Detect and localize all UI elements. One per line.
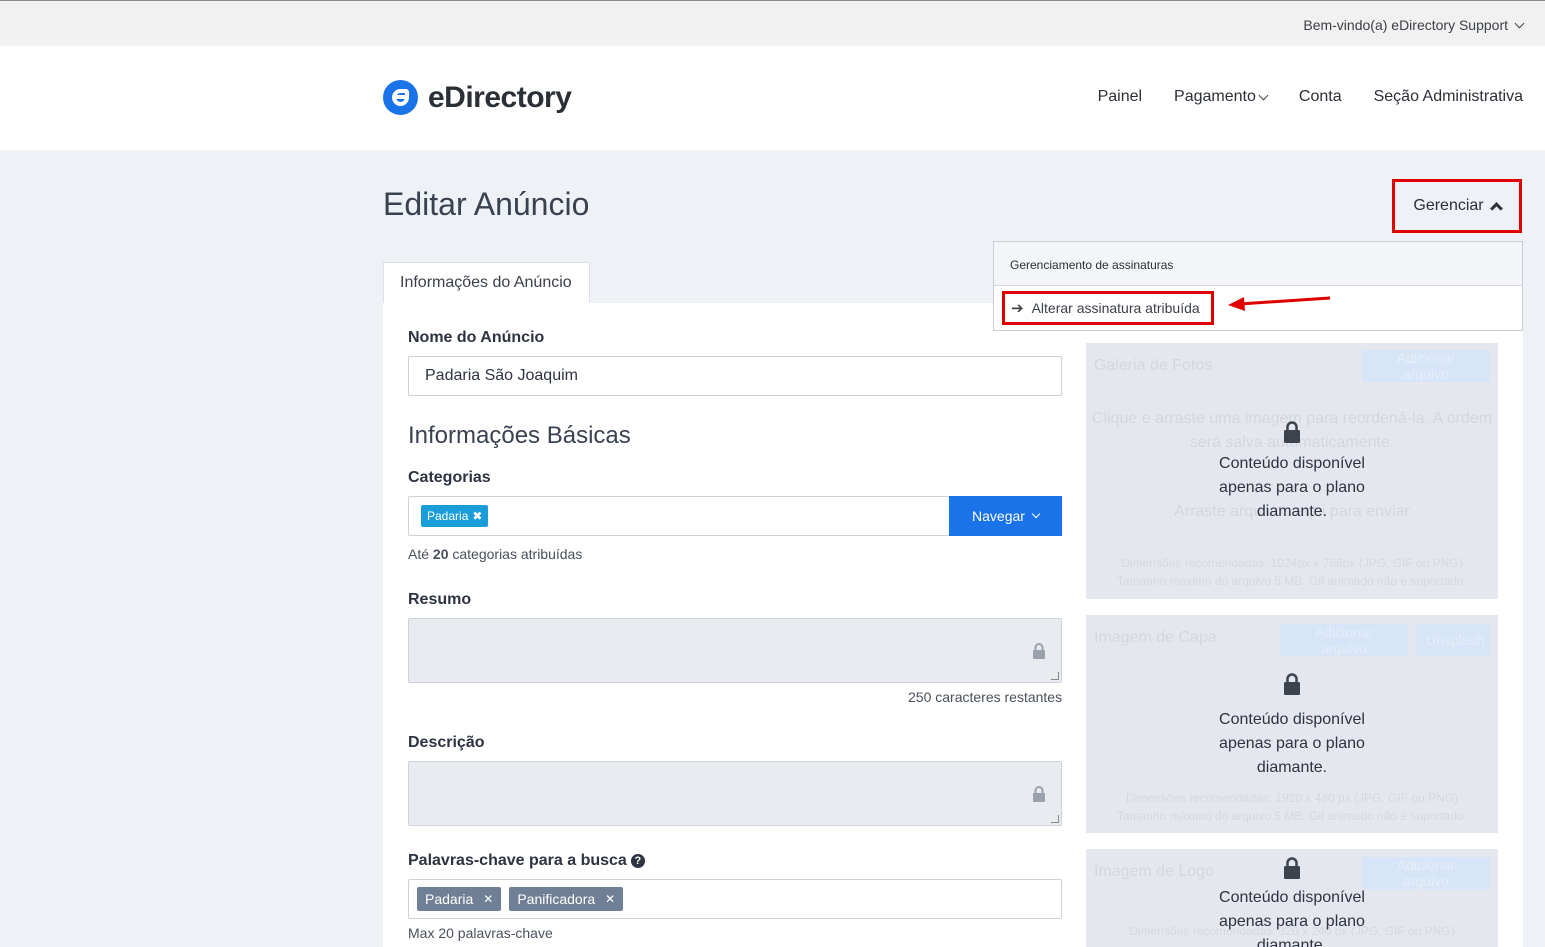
description-label: Descrição: [408, 734, 485, 751]
cover-image-panel: Imagem de Capa Adicionar arquivo Unsplas…: [1086, 615, 1498, 833]
categories-hint: Até 20 categorias atribuídas: [408, 546, 582, 562]
dropdown-header: Gerenciamento de assinaturas: [994, 242, 1522, 286]
locked-overlay: Conteúdo disponível apenas para o plano …: [1086, 421, 1498, 524]
locked-overlay: Conteúdo disponível apenas para o plano …: [1086, 857, 1498, 947]
remove-tag-icon[interactable]: ✖: [472, 509, 482, 523]
top-bar: Bem-vindo(a) eDirectory Support: [0, 0, 1545, 46]
summary-remaining: 250 caracteres restantes: [908, 689, 1063, 705]
hint-prefix: Até: [408, 546, 430, 562]
keywords-hint: Max 20 palavras-chave: [408, 925, 553, 941]
locked-text-line: apenas para o plano: [1219, 735, 1365, 752]
keyword-tag: Padaria ✕: [417, 887, 502, 911]
name-label: Nome do Anúncio: [408, 329, 545, 346]
lock-icon: [1033, 643, 1045, 659]
site-header: eDirectory Painel Pagamento Conta Seção …: [0, 46, 1545, 150]
summary-textarea[interactable]: [408, 618, 1062, 683]
logo-image-panel: Imagem de Logo Adicionar arquivo Dimensõ…: [1086, 849, 1498, 947]
categories-input[interactable]: Padaria ✖: [408, 496, 950, 536]
lock-icon: [1284, 673, 1300, 695]
listing-name-value: Padaria São Joaquim: [425, 367, 578, 384]
manage-label: Gerenciar: [1413, 197, 1484, 214]
change-subscription-item[interactable]: ➔ Alterar assinatura atribuída: [1002, 291, 1214, 325]
gallery-add-file-button[interactable]: Adicionar arquivo: [1362, 350, 1490, 382]
cover-unsplash-button[interactable]: Unsplash: [1416, 624, 1490, 656]
browse-button[interactable]: Navegar: [949, 496, 1062, 536]
locked-text-line: apenas para o plano: [1219, 479, 1365, 496]
keywords-label: Palavras-chave para a busca?: [408, 852, 645, 870]
lock-icon: [1284, 421, 1300, 443]
keywords-input[interactable]: Padaria ✕ Panificadora ✕: [408, 879, 1062, 919]
lock-icon: [1033, 786, 1045, 802]
chevron-up-icon: [1489, 202, 1503, 215]
cover-title: Imagem de Capa: [1094, 629, 1217, 646]
listing-name-input[interactable]: Padaria São Joaquim: [408, 356, 1062, 396]
locked-text-line: Conteúdo disponível: [1219, 711, 1365, 728]
locked-text-line: Conteúdo disponível: [1219, 889, 1365, 906]
change-subscription-label: Alterar assinatura atribuída: [1031, 300, 1200, 316]
summary-label: Resumo: [408, 591, 472, 608]
category-tag-label: Padaria: [427, 509, 469, 523]
logo[interactable]: eDirectory: [383, 80, 572, 115]
main-nav: Painel Pagamento Conta Seção Administrat…: [1098, 88, 1523, 106]
gallery-max-size: Tamanho máximo do arquivo 5 MB. Gif anim…: [1116, 574, 1468, 588]
logo-text: eDirectory: [428, 80, 572, 114]
keyword-label: Panificadora: [517, 891, 596, 907]
resize-handle[interactable]: [1051, 672, 1059, 680]
manage-dropdown: Gerenciamento de assinaturas ➔ Alterar a…: [993, 241, 1523, 331]
cover-max-size: Tamanho máximo do arquivo 5 MB. Gif anim…: [1116, 809, 1468, 823]
basic-info-title: Informações Básicas: [408, 422, 631, 449]
description-textarea[interactable]: [408, 761, 1062, 826]
tab-listing-info[interactable]: Informações do Anúncio: [383, 262, 590, 304]
chevron-down-icon: [1031, 509, 1041, 519]
remove-tag-icon[interactable]: ✕: [605, 892, 615, 906]
nav-painel[interactable]: Painel: [1098, 88, 1142, 106]
keyword-label: Padaria: [425, 891, 474, 907]
gallery-dimensions: Dimensões recomendadas: 1024px x 768px (…: [1121, 556, 1463, 570]
nav-label: Pagamento: [1174, 88, 1256, 105]
nav-label: Seção Administrativa: [1373, 88, 1523, 105]
logo-icon: [383, 80, 418, 115]
categories-label: Categorias: [408, 469, 491, 486]
annotation-arrow-icon: [1228, 296, 1331, 311]
locked-text-line: diamante.: [1256, 937, 1328, 947]
cover-add-file-button[interactable]: Adicionar arquivo: [1280, 624, 1408, 656]
chevron-down-icon: [1514, 18, 1525, 28]
remove-tag-icon[interactable]: ✕: [483, 892, 493, 906]
photo-gallery-panel: Galeria de Fotos Adicionar arquivo Cliqu…: [1086, 343, 1498, 599]
browse-label: Navegar: [972, 508, 1025, 524]
hint-suffix: categorias atribuídas: [452, 546, 583, 562]
manage-button[interactable]: Gerenciar: [1392, 179, 1522, 233]
gallery-title: Galeria de Fotos: [1094, 357, 1213, 374]
keyword-tag: Panificadora ✕: [509, 887, 624, 911]
locked-text-line: diamante.: [1256, 503, 1328, 520]
page-title: Editar Anúncio: [383, 186, 590, 222]
resize-handle[interactable]: [1051, 815, 1059, 823]
hint-count: 20: [432, 546, 449, 562]
locked-text-line: diamante.: [1256, 759, 1328, 776]
nav-secao-administrativa[interactable]: Seção Administrativa: [1374, 88, 1523, 106]
nav-label: Conta: [1298, 88, 1342, 105]
locked-text-line: Conteúdo disponível: [1219, 455, 1365, 472]
chevron-down-icon: [1258, 90, 1269, 100]
help-icon[interactable]: ?: [630, 854, 645, 868]
welcome-text: Bem-vindo(a) eDirectory Support: [1303, 17, 1508, 33]
nav-pagamento[interactable]: Pagamento: [1174, 88, 1269, 106]
locked-overlay: Conteúdo disponível apenas para o plano …: [1086, 673, 1498, 780]
welcome-user-menu[interactable]: Bem-vindo(a) eDirectory Support: [1303, 17, 1525, 33]
lock-icon: [1284, 857, 1300, 879]
nav-conta[interactable]: Conta: [1299, 88, 1342, 106]
category-tag: Padaria ✖: [421, 505, 489, 527]
cover-dimensions: Dimensões recomendadas: 1920 x 480 px (J…: [1125, 791, 1459, 805]
nav-label: Painel: [1097, 88, 1143, 105]
locked-text-line: apenas para o plano: [1219, 913, 1365, 930]
arrow-right-icon: ➔: [1011, 300, 1024, 317]
keywords-label-text: Palavras-chave para a busca: [408, 852, 627, 869]
